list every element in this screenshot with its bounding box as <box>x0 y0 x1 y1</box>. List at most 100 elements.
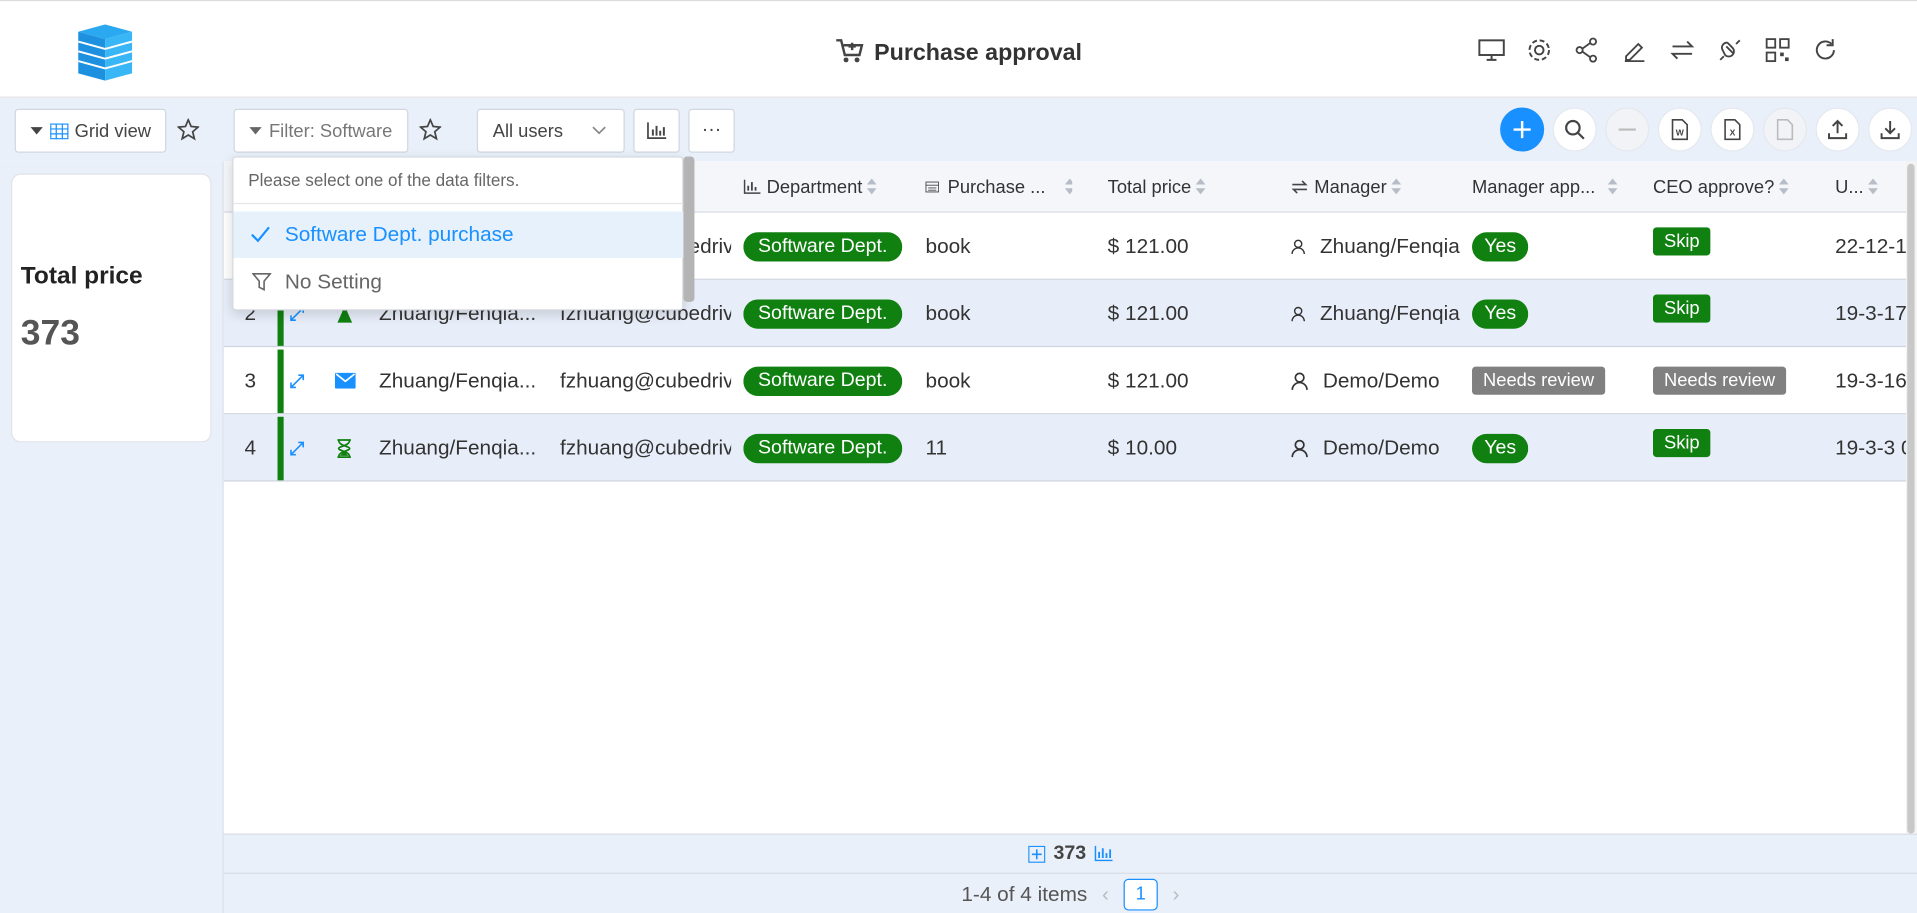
column-header-updated[interactable]: U... <box>1835 161 1879 212</box>
manager-approve-cell: Yes <box>1472 414 1529 481</box>
price-cell: $ 121.00 <box>1107 301 1189 325</box>
manager-cell: Zhuang/Fenqia <box>1291 280 1460 347</box>
purchase-cell: book <box>925 368 971 392</box>
column-label: CEO approve? <box>1652 176 1775 198</box>
add-button[interactable] <box>1500 107 1545 152</box>
favorite-view-star-icon[interactable] <box>172 114 204 146</box>
check-icon <box>251 226 270 243</box>
filter-icon <box>251 272 272 291</box>
approve-badge: Yes <box>1472 231 1529 261</box>
export-word-button[interactable]: W <box>1657 107 1702 152</box>
page-number[interactable]: 1 <box>1123 878 1158 910</box>
manager-approve-cell: Needs review <box>1472 347 1606 414</box>
sort-icon[interactable] <box>1868 178 1879 195</box>
swap-icon[interactable] <box>1663 31 1701 69</box>
scrollbar-thumb[interactable] <box>1907 163 1915 834</box>
summary-card: Total price 373 <box>11 173 212 443</box>
delete-button[interactable] <box>1605 107 1650 152</box>
desktop-icon[interactable] <box>1472 31 1510 69</box>
download-button[interactable] <box>1868 107 1913 152</box>
updated-cell: 19-3-3 0 <box>1835 435 1913 459</box>
app-header: Purchase approval <box>0 0 1917 98</box>
table-row[interactable]: 3 Zhuang/Fenqia... fzhuang@cubedrive Sof… <box>223 347 1917 415</box>
filter-dropdown: Please select one of the data filters. S… <box>232 156 685 311</box>
department-tag: Software Dept. <box>743 298 903 329</box>
refresh-icon[interactable] <box>1806 31 1844 69</box>
cart-icon <box>836 39 864 63</box>
plus-box-icon[interactable] <box>1027 845 1045 863</box>
dropdown-item-label: Software Dept. purchase <box>284 222 514 246</box>
department-cell: Software Dept. <box>743 347 903 414</box>
sum-value: 373 <box>1053 842 1087 864</box>
purchase-cell: book <box>925 301 971 325</box>
column-header-manager-approve[interactable]: Manager app... <box>1472 161 1619 212</box>
sort-icon[interactable] <box>1196 178 1206 195</box>
updated-cell: 19-3-17 <box>1835 301 1907 325</box>
column-header-department[interactable]: Department <box>743 161 878 212</box>
bar-chart-icon <box>647 122 667 139</box>
filter-label: Filter: Software <box>268 120 393 142</box>
filter-selector[interactable]: Filter: Software <box>233 108 409 153</box>
column-header-purchase[interactable]: Purchase ... <box>925 161 1073 212</box>
download-icon <box>1880 120 1900 140</box>
grid-footer: 373 1-4 of 4 items ‹ 1 › <box>223 833 1917 913</box>
edit-icon[interactable] <box>1615 31 1653 69</box>
export-excel-button[interactable]: X <box>1710 107 1755 152</box>
department-tag: Software Dept. <box>743 433 903 463</box>
swap-field-icon <box>1291 180 1308 194</box>
email-cell: fzhuang@cubedrive <box>559 368 732 392</box>
dropdown-scrollbar[interactable] <box>683 156 695 302</box>
view-selector[interactable]: Grid view <box>14 108 167 153</box>
dropdown-item-no-setting[interactable]: No Setting <box>234 259 685 305</box>
column-label: U... <box>1835 176 1864 198</box>
summary-panel: Total price 373 <box>0 161 224 913</box>
next-page-icon[interactable]: › <box>1172 882 1179 906</box>
user-icon <box>1291 306 1305 321</box>
sort-icon[interactable] <box>1065 178 1073 195</box>
updated-cell: 22-12-1 <box>1835 234 1907 258</box>
table-row[interactable]: 4 Zhuang/Fenqia... fzhuang@cubedrive Sof… <box>223 414 1917 482</box>
department-cell: Software Dept. <box>743 213 903 280</box>
prev-page-icon[interactable]: ‹ <box>1102 882 1109 906</box>
plugin-icon[interactable] <box>1710 31 1748 69</box>
column-header-total-price[interactable]: Total price <box>1108 161 1206 212</box>
summary-row: 373 <box>223 835 1917 874</box>
dropdown-hint: Please select one of the data filters. <box>248 169 520 190</box>
upload-button[interactable] <box>1815 107 1860 152</box>
expand-icon[interactable] <box>289 414 306 481</box>
sort-icon[interactable] <box>867 178 878 195</box>
search-button[interactable] <box>1552 107 1597 152</box>
share-icon[interactable] <box>1567 31 1605 69</box>
sort-icon[interactable] <box>1779 178 1789 195</box>
gear-icon[interactable] <box>1520 31 1558 69</box>
sort-icon[interactable] <box>1391 178 1402 195</box>
hourglass-icon <box>336 414 352 481</box>
column-header-ceo-approve[interactable]: CEO approve? <box>1653 161 1789 212</box>
dropdown-item-label: No Setting <box>284 270 382 294</box>
page-title: Purchase approval <box>874 40 1083 66</box>
svg-text:W: W <box>1676 128 1685 138</box>
column-header-manager[interactable]: Manager <box>1291 161 1402 212</box>
dropdown-item-software[interactable]: Software Dept. purchase <box>233 211 685 258</box>
approve-badge: Yes <box>1472 433 1529 463</box>
word-file-icon: W <box>1671 118 1688 141</box>
chart-button[interactable] <box>633 108 680 153</box>
export-pdf-button[interactable] <box>1762 107 1808 152</box>
ceo-badge: Skip <box>1652 294 1711 323</box>
column-label: Department <box>766 176 863 198</box>
price-cell: $ 121.00 <box>1107 234 1189 258</box>
sort-icon[interactable] <box>1607 178 1618 195</box>
bar-chart-icon[interactable] <box>1095 845 1113 862</box>
favorite-filter-star-icon[interactable] <box>414 114 446 146</box>
ceo-badge: Skip <box>1652 227 1711 256</box>
approve-badge: Yes <box>1472 298 1529 329</box>
users-select[interactable]: All users <box>476 108 625 153</box>
qrcode-icon[interactable] <box>1758 31 1796 69</box>
user-icon <box>1291 371 1308 390</box>
expand-icon[interactable] <box>289 347 306 414</box>
manager-approve-cell: Yes <box>1472 213 1529 280</box>
caret-down-icon <box>30 127 43 135</box>
price-cell: $ 10.00 <box>1107 435 1178 459</box>
more-button[interactable]: ··· <box>688 108 735 153</box>
manager-name: Demo/Demo <box>1322 368 1440 392</box>
